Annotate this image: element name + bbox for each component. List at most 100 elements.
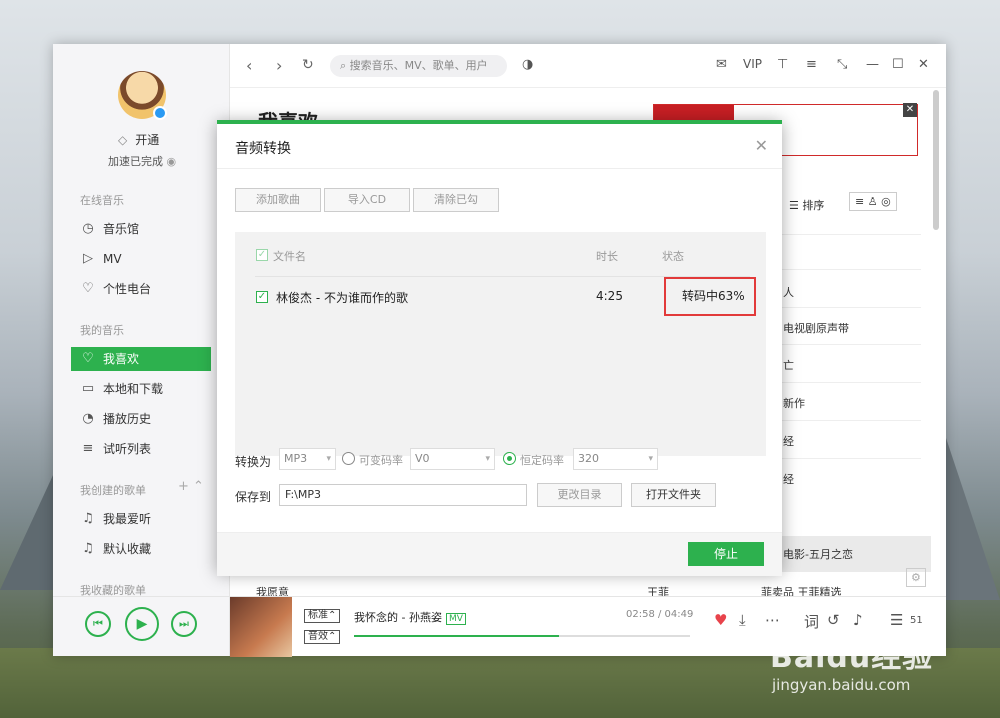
sort-button[interactable]: ☰ 排序 bbox=[789, 197, 824, 213]
vip-label: 开通 bbox=[135, 133, 160, 147]
mv-tag[interactable]: MV bbox=[445, 613, 466, 625]
playlist-count: 51 bbox=[910, 615, 923, 626]
cbr-select[interactable]: 320 ▾ bbox=[573, 448, 658, 470]
row-divider bbox=[761, 420, 921, 421]
stop-button[interactable]: 停止 bbox=[688, 542, 764, 566]
refresh-icon[interactable]: ↻ bbox=[302, 57, 314, 73]
scrollbar[interactable] bbox=[933, 90, 939, 230]
clock-icon: ◔ bbox=[82, 411, 94, 426]
row-divider bbox=[761, 344, 921, 345]
heart-icon[interactable]: ♥ bbox=[714, 611, 727, 629]
previous-button[interactable]: ⏮ bbox=[85, 611, 111, 637]
sidebar-item-trial-list[interactable]: ≡ 试听列表 bbox=[71, 437, 211, 461]
sidebar-item-radio[interactable]: ♡ 个性电台 bbox=[71, 277, 211, 301]
lyric-button[interactable]: 词 bbox=[804, 611, 819, 632]
open-folder-button[interactable]: 打开文件夹 bbox=[631, 483, 716, 507]
album-cover[interactable] bbox=[230, 597, 292, 657]
file-list: ✓ 文件名 时长 状态 ✓ 林俊杰 - 不为谁而作的歌 4:25 转码中63% bbox=[235, 232, 766, 456]
sidebar-item-mv[interactable]: ▷ MV bbox=[71, 247, 211, 271]
menu-icon[interactable]: ≡ bbox=[806, 57, 817, 72]
download-icon[interactable]: ⤓ bbox=[739, 611, 746, 629]
sidebar-item-label: 音乐馆 bbox=[103, 222, 140, 236]
sidebar-item-history[interactable]: ◔ 播放历史 bbox=[71, 407, 211, 431]
save-path-field[interactable]: F:\MP3 bbox=[279, 484, 527, 506]
sidebar-item-label: MV bbox=[103, 252, 122, 266]
progress-bar[interactable] bbox=[354, 635, 690, 637]
skin-icon[interactable]: ⊤ bbox=[777, 57, 788, 72]
vbr-label: 可变码率 bbox=[359, 454, 403, 467]
music-hall-icon: ◷ bbox=[82, 221, 94, 236]
loop-icon[interactable]: ↺ bbox=[827, 611, 840, 629]
minimize-icon[interactable]: — bbox=[866, 57, 879, 72]
sidebar-item-favorites[interactable]: ♡ 我喜欢 bbox=[71, 347, 211, 371]
list-item[interactable]: 人 bbox=[783, 284, 794, 300]
change-dir-button[interactable]: 更改目录 bbox=[537, 483, 622, 507]
now-playing-title[interactable]: 我怀念的 - 孙燕姿 bbox=[354, 611, 442, 624]
settings-icon[interactable]: ⚙ bbox=[906, 568, 926, 587]
list-view-icon[interactable]: ≡ ♙ ◎ bbox=[849, 192, 897, 211]
vbr-select[interactable]: V0 ▾ bbox=[410, 448, 495, 470]
sidebar-item-label: 我最爱听 bbox=[103, 512, 152, 526]
select-all-checkbox[interactable]: ✓ bbox=[256, 249, 268, 261]
sidebar-item-label: 我喜欢 bbox=[103, 352, 140, 366]
search-input[interactable]: ⌕ 搜索音乐、MV、歌单、用户 bbox=[330, 55, 507, 77]
recognize-icon[interactable]: ◑ bbox=[522, 57, 533, 72]
top-bar: ‹ › ↻ ⌕ 搜索音乐、MV、歌单、用户 ◑ ✉ VIP ⊤ ≡ ⤡ — ☐ … bbox=[230, 44, 946, 88]
playlist-icon[interactable]: ☰ bbox=[890, 611, 903, 629]
now-playing: 我怀念的 - 孙燕姿 MV bbox=[354, 609, 466, 625]
volume-icon[interactable]: ♪ bbox=[853, 611, 863, 629]
computer-icon: ▭ bbox=[81, 381, 95, 396]
list-item[interactable]: 新作 bbox=[783, 395, 805, 411]
forward-icon[interactable]: › bbox=[276, 56, 282, 75]
cbr-radio[interactable] bbox=[503, 452, 516, 465]
sidebar-item-music-hall[interactable]: ◷ 音乐馆 bbox=[71, 217, 211, 241]
quality-button[interactable]: 标准⌃ bbox=[304, 609, 341, 623]
speed-row: 加速已完成 ◉ bbox=[108, 153, 176, 169]
progress-fill bbox=[354, 635, 559, 637]
ad-close-icon[interactable]: ✕ bbox=[903, 103, 917, 117]
more-icon[interactable]: ⋯ bbox=[765, 611, 780, 629]
close-icon[interactable]: ✕ bbox=[918, 57, 929, 72]
convert-to-label: 转换为 bbox=[235, 455, 272, 469]
vip-row[interactable]: ◇ 开通 bbox=[118, 131, 159, 148]
format-select[interactable]: MP3 ▾ bbox=[279, 448, 336, 470]
vip-button[interactable]: VIP bbox=[743, 57, 762, 71]
section-online: 在线音乐 bbox=[80, 194, 124, 207]
next-button[interactable]: ⏭ bbox=[171, 611, 197, 637]
column-status: 状态 bbox=[662, 250, 684, 263]
cbr-label: 恒定码率 bbox=[520, 454, 564, 467]
effect-label: 音效 bbox=[308, 631, 328, 642]
effect-button[interactable]: 音效⌃ bbox=[304, 630, 341, 644]
list-item[interactable]: 亡 bbox=[783, 357, 794, 373]
sidebar-item-most-loved[interactable]: ♫ 我最爱听 bbox=[71, 507, 211, 531]
back-icon[interactable]: ‹ bbox=[246, 56, 252, 75]
diamond-icon: ◇ bbox=[118, 133, 128, 147]
row-divider bbox=[761, 234, 921, 235]
list-item[interactable]: 经 bbox=[783, 471, 794, 487]
list-item[interactable]: 电视剧原声带 bbox=[783, 320, 849, 336]
sidebar-item-label: 试听列表 bbox=[103, 442, 152, 456]
time-display: 02:58 / 04:49 bbox=[626, 609, 694, 620]
mini-mode-icon[interactable]: ⤡ bbox=[837, 57, 847, 72]
mail-icon[interactable]: ✉ bbox=[716, 57, 727, 72]
sort-label: 排序 bbox=[802, 199, 825, 212]
clear-checked-button[interactable]: 清除已勾 bbox=[413, 188, 499, 212]
list-item[interactable]: 电影-五月之恋 bbox=[783, 546, 853, 562]
section-created: 我创建的歌单 bbox=[80, 484, 146, 497]
vbr-radio[interactable] bbox=[342, 452, 355, 465]
list-item[interactable]: 经 bbox=[783, 433, 794, 449]
add-playlist-icon[interactable]: + ⌃ bbox=[178, 479, 204, 494]
play-button[interactable]: ▶ bbox=[125, 607, 159, 641]
sidebar: ◇ 开通 加速已完成 ◉ 在线音乐 ◷ 音乐馆 ▷ MV ♡ 个性电台 我的音乐 ♡ 我喜… bbox=[53, 44, 230, 597]
file-checkbox[interactable]: ✓ bbox=[256, 291, 268, 303]
maximize-icon[interactable]: ☐ bbox=[892, 57, 904, 72]
watermark-url: jingyan.baidu.com bbox=[772, 676, 911, 694]
sidebar-item-default[interactable]: ♫ 默认收藏 bbox=[71, 537, 211, 561]
import-cd-button[interactable]: 导入CD bbox=[324, 188, 410, 212]
add-song-button[interactable]: 添加歌曲 bbox=[235, 188, 321, 212]
quality-label: 标准 bbox=[308, 610, 328, 621]
mv-icon: ▷ bbox=[83, 251, 93, 266]
close-icon[interactable]: ✕ bbox=[755, 136, 768, 155]
sidebar-item-local[interactable]: ▭ 本地和下载 bbox=[71, 377, 211, 401]
sidebar-item-label: 本地和下载 bbox=[103, 382, 164, 396]
